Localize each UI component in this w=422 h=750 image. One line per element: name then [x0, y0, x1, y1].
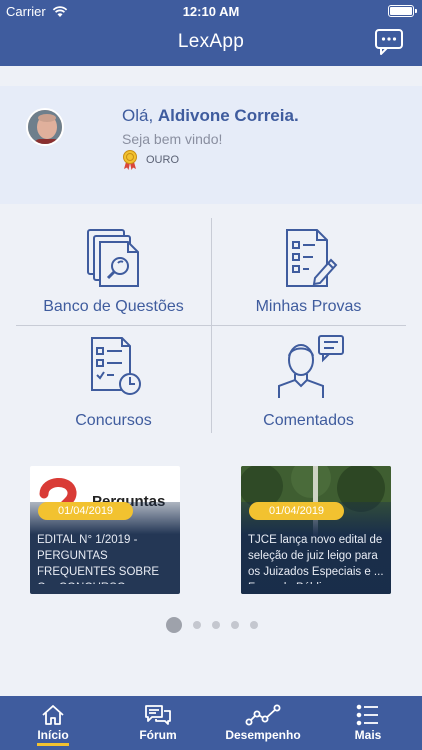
exam-checklist-icon	[285, 229, 337, 287]
menu-label: Comentados	[263, 412, 354, 429]
carousel-dot-3[interactable]	[212, 621, 220, 629]
tab-label: Início	[37, 728, 69, 746]
carousel-pagination	[166, 617, 258, 633]
carousel-dot-2[interactable]	[193, 621, 201, 629]
avatar[interactable]	[26, 108, 64, 146]
level-label: OURO	[146, 154, 179, 166]
checklist-clock-icon	[90, 337, 141, 395]
status-time: 12:10 AM	[182, 4, 240, 19]
news-date: 01/04/2019	[38, 502, 134, 520]
avatar-photo	[28, 110, 62, 144]
menu-list-icon	[356, 704, 378, 726]
tab-desempenho[interactable]: Desempenho	[223, 704, 303, 742]
tab-forum[interactable]: Fórum	[118, 704, 198, 742]
news-title: TJCE lança novo edital de seleção de jui…	[248, 534, 384, 584]
welcome-card: Olá, Aldivone Correia. Seja bem vindo! O…	[0, 86, 422, 204]
menu-item-comentados[interactable]: Comentados	[211, 326, 406, 433]
menu-label: Concursos	[75, 412, 152, 429]
tab-mais[interactable]: Mais	[328, 704, 408, 742]
menu-item-banco-de-questoes[interactable]: Banco de Questões	[16, 218, 211, 325]
tab-label: Mais	[354, 728, 382, 742]
menu-grid: Banco de Questões Minhas Provas Concurso…	[16, 218, 406, 433]
greeting: Olá, Aldivone Correia.	[122, 106, 299, 126]
news-card[interactable]: Perguntas 01/04/2019 EDITAL N° 1/2019 - …	[30, 466, 180, 594]
menu-item-concursos[interactable]: Concursos	[16, 326, 211, 433]
tab-bar: Início Fórum Desempenho Mais	[0, 696, 422, 750]
news-card[interactable]: 01/04/2019 TJCE lança novo edital de sel…	[241, 466, 391, 594]
greeting-prefix: Olá,	[122, 106, 158, 125]
news-title: EDITAL N° 1/2019 - PERGUNTAS FREQUENTES …	[37, 534, 160, 584]
person-comment-icon	[277, 335, 344, 398]
news-date: 01/04/2019	[249, 502, 345, 520]
medal-icon	[123, 150, 137, 170]
menu-label: Banco de Questões	[43, 298, 184, 315]
menu-item-minhas-provas[interactable]: Minhas Provas	[211, 218, 406, 325]
carousel-dot-5[interactable]	[250, 621, 258, 629]
documents-search-icon	[86, 229, 139, 287]
user-name: Aldivone Correia.	[157, 106, 299, 125]
tab-label: Fórum	[139, 728, 177, 742]
carousel-dot-1[interactable]	[166, 617, 182, 633]
messages-icon[interactable]	[374, 28, 404, 56]
battery-icon	[388, 5, 417, 17]
welcome-subtitle: Seja bem vindo!	[122, 131, 223, 147]
tab-label: Desempenho	[225, 728, 301, 742]
status-bar: Carrier 12:10 AM	[0, 0, 422, 22]
home-icon	[42, 705, 64, 725]
app-title: LexApp	[177, 31, 245, 52]
carousel-dot-4[interactable]	[231, 621, 239, 629]
chat-bubbles-icon	[145, 705, 171, 725]
user-level: OURO	[122, 150, 179, 170]
app-header: Carrier 12:10 AM LexApp	[0, 0, 422, 66]
tab-inicio[interactable]: Início	[13, 704, 93, 746]
line-graph-icon	[245, 704, 281, 726]
menu-label: Minhas Provas	[255, 298, 362, 315]
